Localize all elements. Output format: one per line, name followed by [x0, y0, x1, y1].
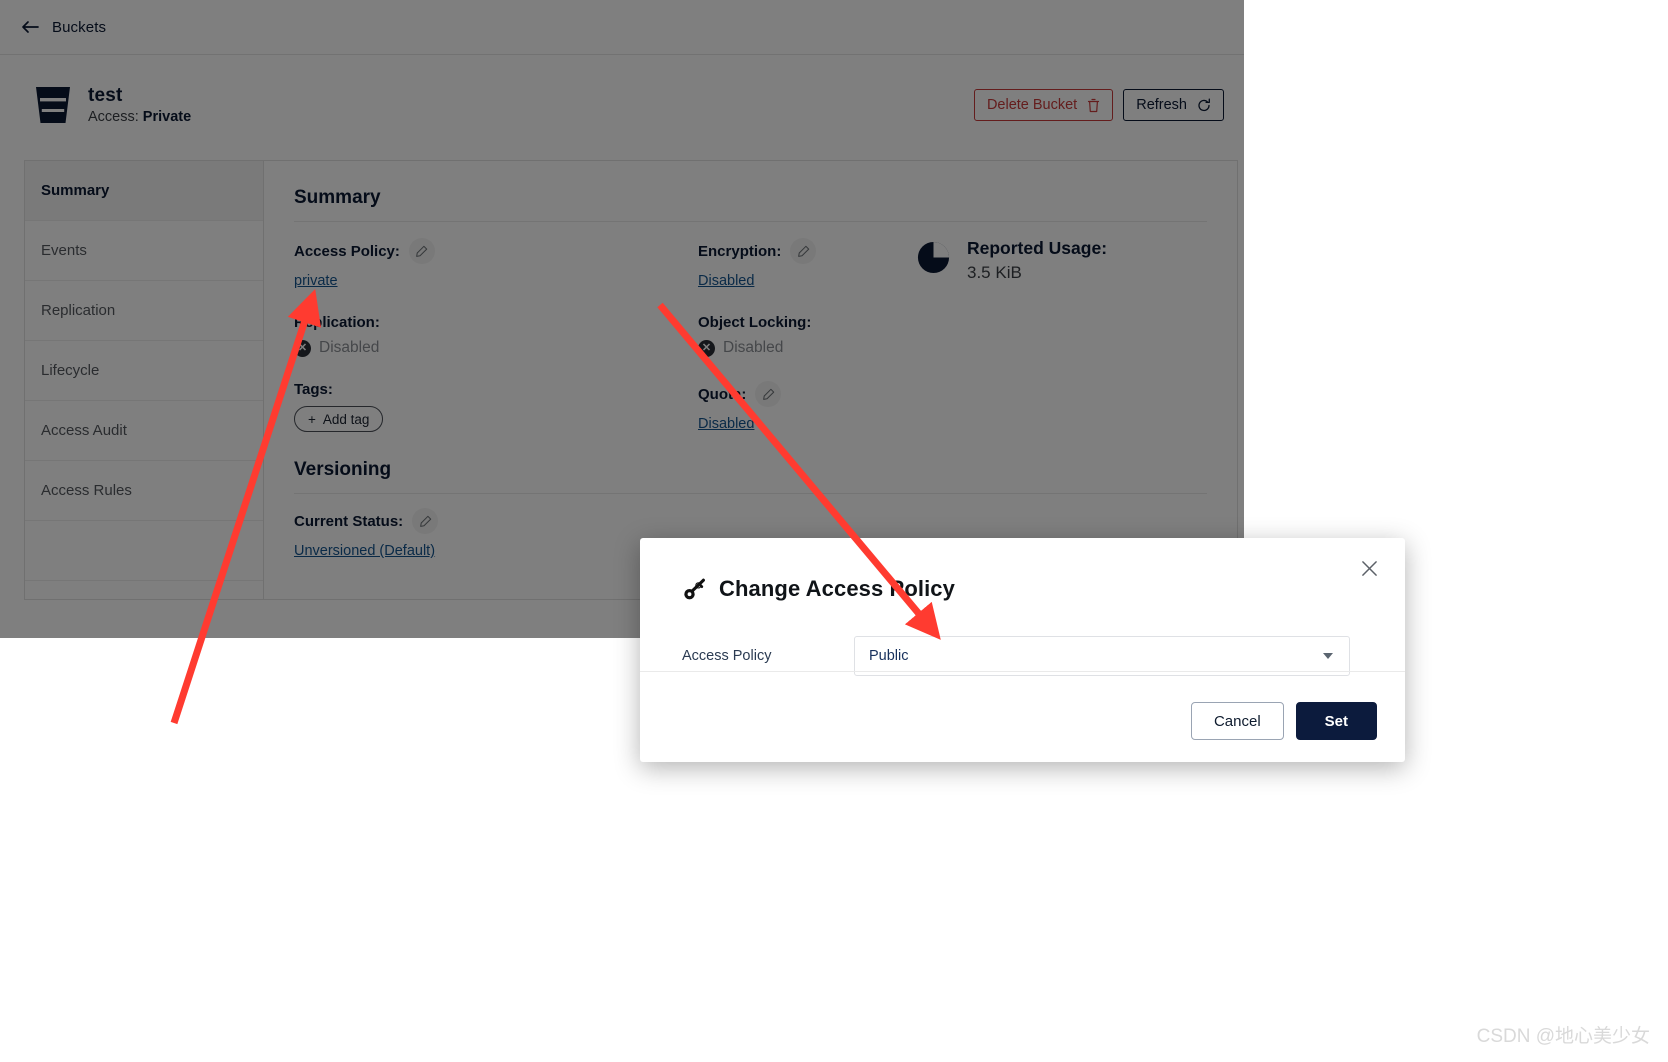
dialog-divider — [640, 671, 1405, 672]
chevron-down-icon — [1323, 653, 1333, 659]
access-policy-field-label: Access Policy — [682, 648, 772, 664]
watermark: CSDN @地心美少女 — [1476, 1026, 1650, 1047]
access-policy-select[interactable]: Public — [854, 636, 1350, 676]
dialog-title: Change Access Policy — [719, 576, 955, 601]
close-icon[interactable] — [1357, 556, 1381, 580]
set-button[interactable]: Set — [1295, 702, 1377, 740]
dialog-actions: Cancel Set — [1190, 702, 1377, 740]
key-icon — [682, 576, 708, 602]
access-policy-select-value: Public — [869, 648, 909, 664]
dialog-title-row: Change Access Policy — [640, 538, 1405, 602]
cancel-button[interactable]: Cancel — [1190, 702, 1284, 740]
dialog-body: Access Policy Public — [640, 602, 1405, 676]
change-access-policy-dialog: Change Access Policy Access Policy Publi… — [640, 538, 1405, 762]
